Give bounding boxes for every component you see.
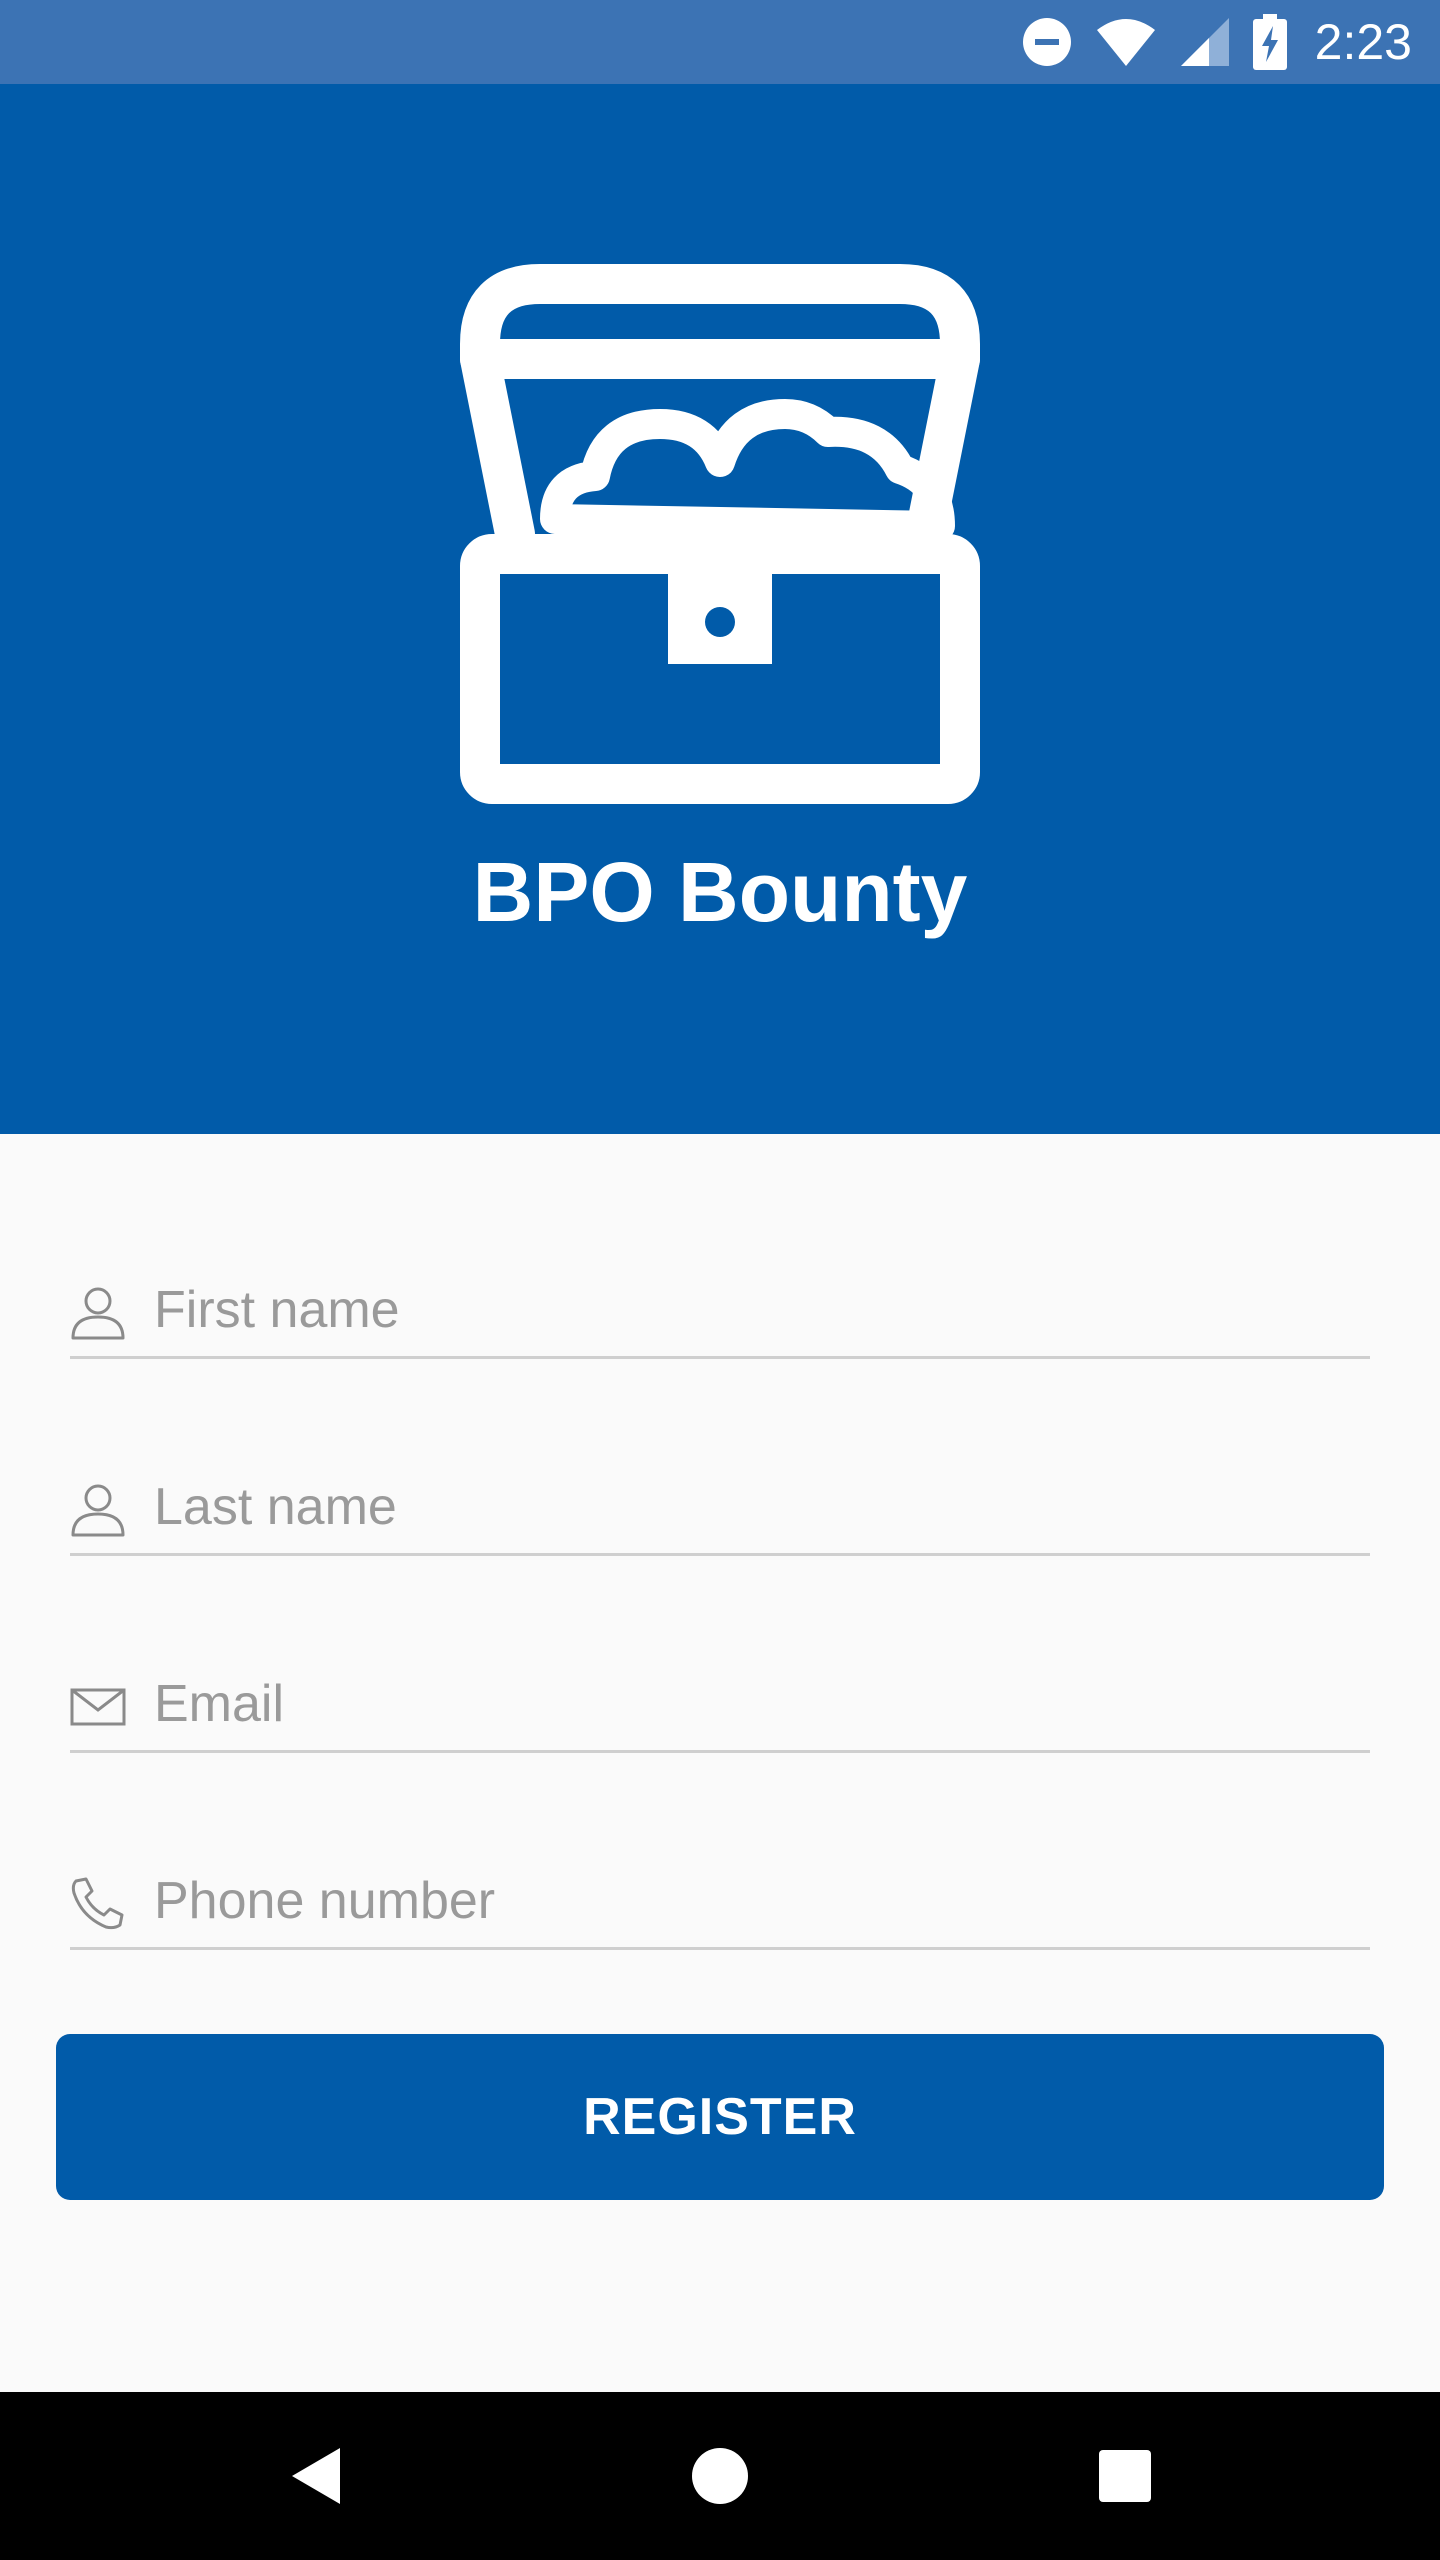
email-input[interactable] (154, 1664, 1354, 1744)
cell-signal-icon (1179, 16, 1231, 68)
person-icon (71, 1287, 125, 1340)
register-button[interactable]: REGISTER (56, 2034, 1384, 2200)
last-name-input[interactable] (154, 1467, 1354, 1547)
phone-field (70, 1861, 1370, 1950)
recents-button[interactable] (1025, 2392, 1225, 2560)
register-screen: 2:23 BPO Bounty First name Last name Ema… (0, 0, 1440, 2560)
last-name-field (70, 1467, 1370, 1556)
email-field (70, 1664, 1370, 1753)
status-time: 2:23 (1314, 14, 1412, 70)
treasure-chest-icon (460, 264, 980, 804)
back-icon (292, 2448, 340, 2504)
first-name-input[interactable] (154, 1270, 1354, 1350)
home-icon (692, 2448, 748, 2504)
person-icon (71, 1484, 125, 1537)
home-button[interactable] (620, 2392, 820, 2560)
wifi-icon (1095, 16, 1157, 68)
back-button[interactable] (216, 2392, 416, 2560)
first-name-field (70, 1270, 1370, 1359)
do-not-disturb-icon (1021, 16, 1073, 68)
status-bar: 2:23 (0, 0, 1440, 84)
battery-charging-icon (1252, 14, 1287, 70)
recents-icon (1099, 2450, 1151, 2502)
navigation-bar (0, 2392, 1440, 2560)
header-banner: BPO Bounty (0, 84, 1440, 1134)
phone-icon (71, 1877, 124, 1930)
status-icons: 2:23 (1021, 0, 1412, 84)
envelope-icon (70, 1688, 126, 1726)
app-title: BPO Bounty (472, 845, 968, 939)
phone-input[interactable] (154, 1861, 1354, 1941)
